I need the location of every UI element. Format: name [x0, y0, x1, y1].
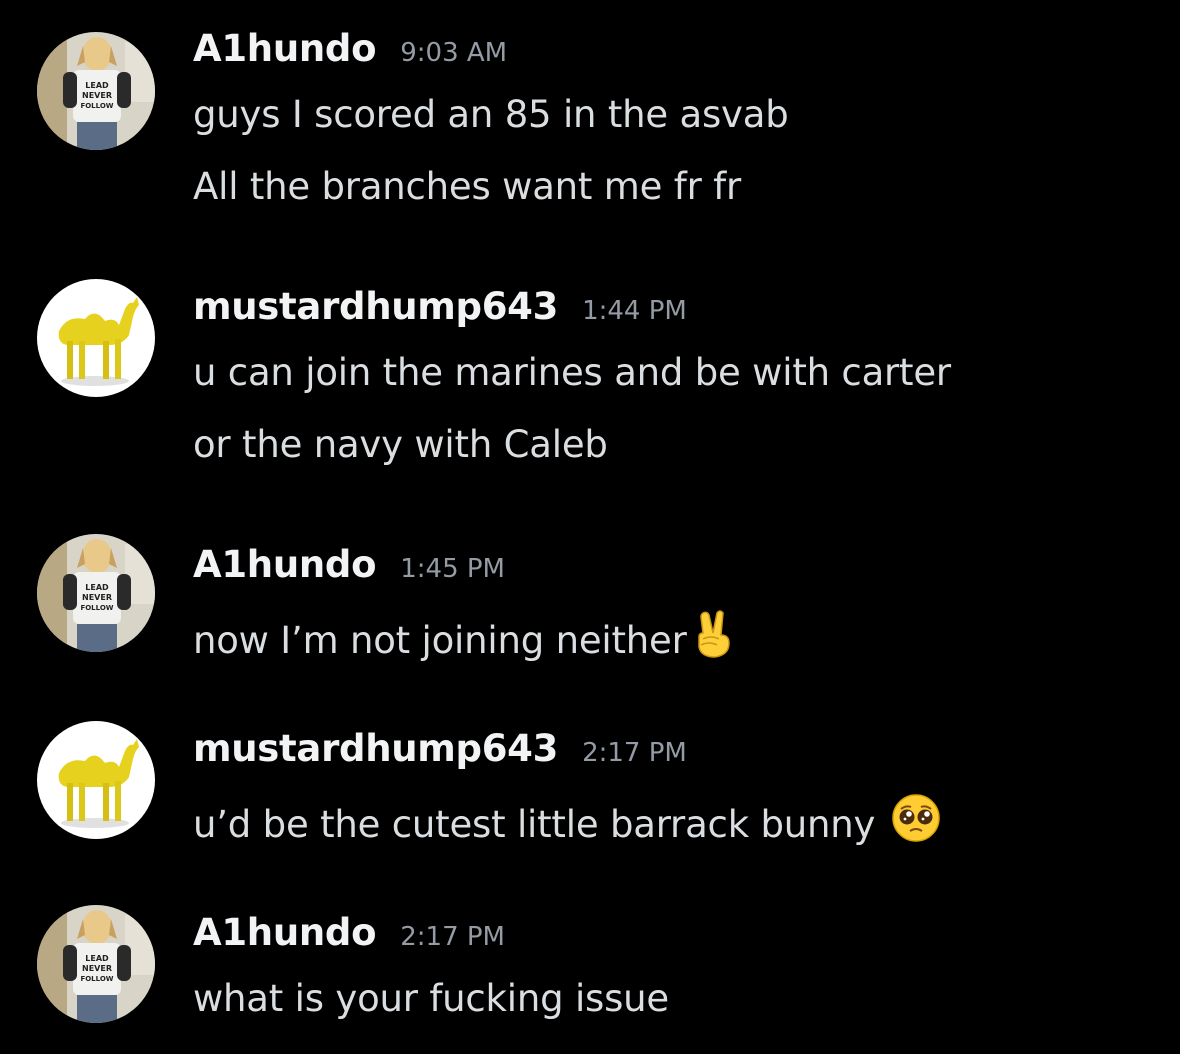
username[interactable]: A1hundo [193, 543, 377, 586]
username[interactable]: mustardhump643 [193, 285, 558, 328]
username[interactable]: mustardhump643 [193, 727, 558, 770]
shirt-text: LEAD [85, 954, 109, 963]
timestamp: 2:17 PM [582, 738, 687, 768]
avatar[interactable] [37, 279, 155, 397]
message-header: A1hundo 1:45 PM [193, 543, 505, 593]
timestamp: 2:17 PM [400, 922, 505, 952]
shirt-text: LEAD [85, 583, 109, 592]
message-text: u’d be the cutest little barrack bunny [193, 803, 887, 846]
svg-text:NEVER: NEVER [82, 91, 112, 100]
avatar[interactable] [37, 721, 155, 839]
svg-text:NEVER: NEVER [82, 593, 112, 602]
timestamp: 9:03 AM [400, 38, 508, 68]
svg-text:NEVER: NEVER [82, 964, 112, 973]
message-text: what is your fucking issue [193, 977, 669, 1020]
message-header: A1hundo 9:03 AM [193, 27, 507, 77]
svg-text:FOLLOW: FOLLOW [80, 975, 113, 983]
username[interactable]: A1hundo [193, 27, 377, 70]
avatar[interactable]: LEAD NEVER FOLLOW [37, 32, 155, 150]
message-text-line: u’d be the cutest little barrack bunny [193, 793, 941, 846]
svg-text:FOLLOW: FOLLOW [80, 102, 113, 110]
message-text: All the branches want me fr fr [193, 165, 741, 208]
timestamp: 1:44 PM [582, 296, 687, 326]
avatar[interactable]: LEAD NEVER FOLLOW [37, 534, 155, 652]
yellow-camel-avatar-icon [37, 279, 155, 397]
message-text: guys I scored an 85 in the asvab [193, 93, 789, 136]
dog-shirt-avatar-icon: LEAD NEVER FOLLOW [37, 32, 155, 150]
message-text: u can join the marines and be with carte… [193, 351, 951, 394]
timestamp: 1:45 PM [400, 554, 505, 584]
svg-text:FOLLOW: FOLLOW [80, 604, 113, 612]
shirt-text: LEAD [85, 81, 109, 90]
yellow-camel-avatar-icon [37, 721, 155, 839]
message-header: mustardhump643 1:44 PM [193, 285, 687, 335]
victory-hand-emoji-icon [691, 609, 735, 659]
message-text: or the navy with Caleb [193, 423, 608, 466]
message-text-line: now I’m not joining neither [193, 609, 735, 662]
message-text: now I’m not joining neither [193, 619, 687, 662]
dog-shirt-avatar-icon: LEAD NEVER FOLLOW [37, 534, 155, 652]
pleading-face-emoji-icon [891, 793, 941, 843]
message-header: A1hundo 2:17 PM [193, 911, 505, 961]
dog-shirt-avatar-icon: LEAD NEVER FOLLOW [37, 905, 155, 1023]
message-header: mustardhump643 2:17 PM [193, 727, 687, 777]
username[interactable]: A1hundo [193, 911, 377, 954]
avatar[interactable]: LEAD NEVER FOLLOW [37, 905, 155, 1023]
